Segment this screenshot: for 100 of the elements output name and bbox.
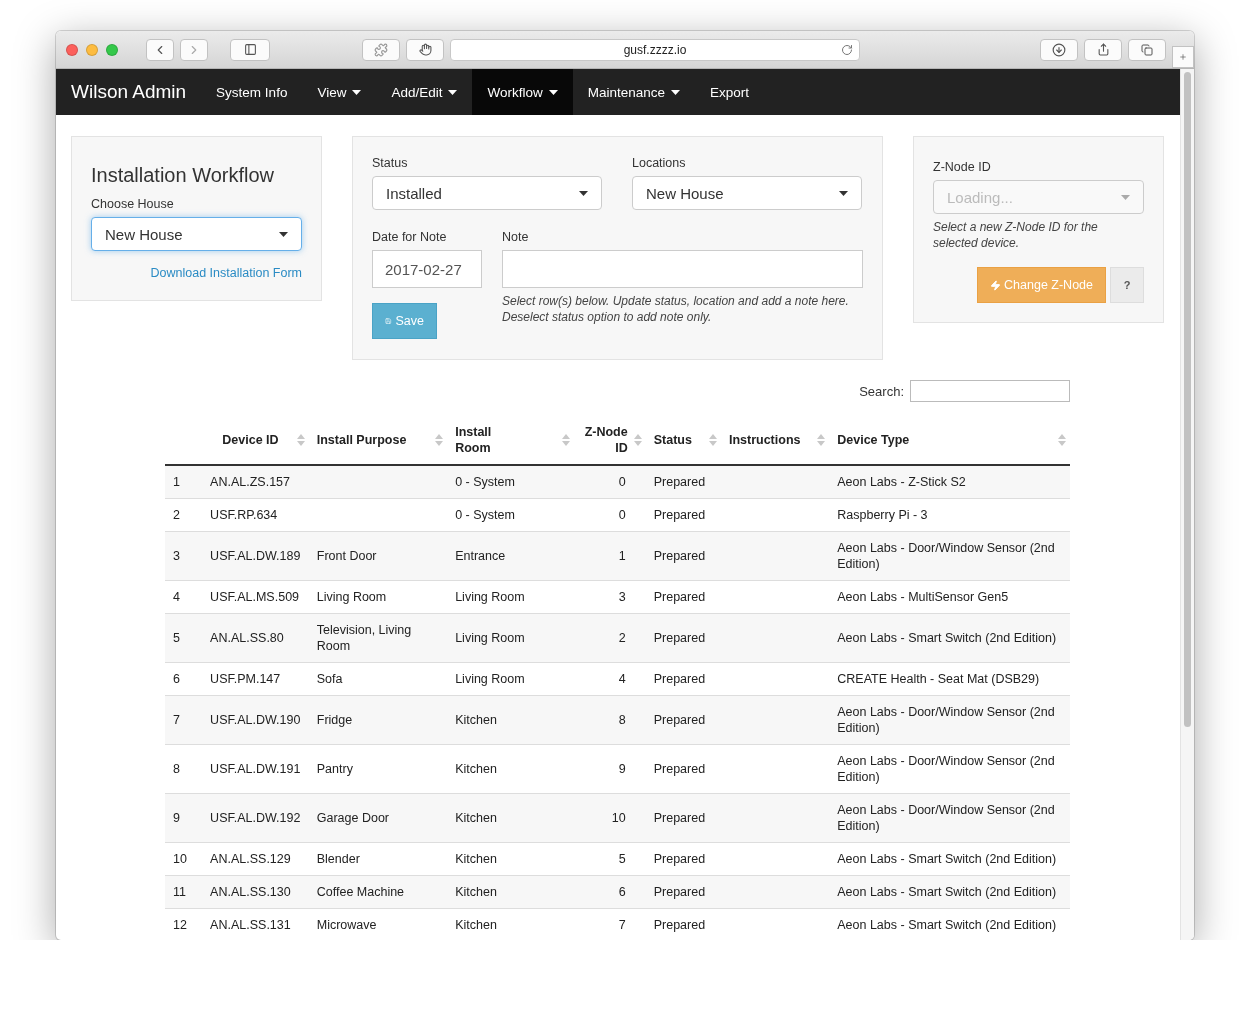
row-number: 2 <box>165 498 203 532</box>
tabs-icon <box>1141 43 1153 56</box>
table-cell: Living Room <box>455 590 525 604</box>
note-field[interactable] <box>502 250 863 288</box>
column-header[interactable]: Install Room <box>455 424 516 456</box>
table-cell: Kitchen <box>455 762 497 776</box>
row-number: 3 <box>165 531 203 581</box>
download-button[interactable] <box>1040 38 1078 61</box>
sort-icon[interactable] <box>296 433 305 447</box>
status-select[interactable]: Installed <box>372 176 602 210</box>
panel-title: Installation Workflow <box>91 164 276 187</box>
table-cell: Prepared <box>653 672 706 686</box>
caret-icon <box>279 231 288 237</box>
column-header[interactable]: Z-Node ID <box>581 424 628 456</box>
nav-item[interactable]: Maintenance <box>572 69 696 115</box>
house-select[interactable]: New House <box>91 217 302 251</box>
row-number: 8 <box>165 744 203 794</box>
zoom-button[interactable] <box>106 43 118 56</box>
download-link[interactable]: Download Installation Form <box>91 266 302 280</box>
table-cell: USF.AL.MS.509 <box>210 590 300 604</box>
column-header[interactable]: Device ID <box>222 432 279 448</box>
table-cell: Front Door <box>316 549 377 563</box>
extension-button[interactable] <box>362 38 400 61</box>
table-cell: Aeon Labs - MultiSensor Gen5 <box>837 590 1009 604</box>
sort-icon[interactable] <box>633 433 642 447</box>
scrollbar-thumb[interactable] <box>1184 72 1191 727</box>
sort-icon[interactable] <box>1058 433 1066 447</box>
sidebar-button[interactable] <box>230 38 270 61</box>
table-cell: Kitchen <box>455 852 497 866</box>
table-cell: Prepared <box>653 852 706 866</box>
column-header[interactable]: Instructions <box>728 432 801 448</box>
sort-icon[interactable] <box>435 433 444 447</box>
nav-item[interactable]: Workflow <box>472 69 573 115</box>
locations-select[interactable]: New House <box>632 176 862 210</box>
table-cell: Aeon Labs - Z-Stick S2 <box>837 475 966 489</box>
table-cell: 6 <box>618 885 626 899</box>
back-button[interactable] <box>146 38 174 61</box>
brand-link[interactable]: Wilson Admin <box>71 69 187 115</box>
table-cell: Prepared <box>653 918 706 932</box>
row-number: 1 <box>165 465 203 499</box>
table-cell: 10 <box>611 811 626 825</box>
nav-item[interactable]: View <box>302 69 377 115</box>
table-cell: Living Room <box>316 590 387 604</box>
help-text: Select a new Z-Node ID for the selected device. <box>933 219 1099 251</box>
table-cell: 0 - System <box>455 475 515 489</box>
share-button[interactable] <box>1084 38 1122 61</box>
table-cell: Aeon Labs - Door/Window Sensor (2nd Edition) <box>837 754 1055 784</box>
table-cell: 7 <box>618 918 626 932</box>
table-cell: Entrance <box>455 549 506 563</box>
search-field[interactable] <box>910 380 1070 402</box>
sort-icon[interactable] <box>708 433 717 447</box>
field-label: Choose House <box>91 197 175 211</box>
table-cell: 4 <box>618 672 626 686</box>
puzzle-icon <box>374 42 388 57</box>
table-cell: USF.AL.DW.190 <box>210 713 301 727</box>
reload-icon[interactable] <box>841 43 853 56</box>
table-cell: Prepared <box>653 713 706 727</box>
search-label: Search: <box>859 383 904 399</box>
sort-icon[interactable] <box>561 433 570 447</box>
tabs-button[interactable] <box>1128 38 1166 61</box>
table-cell: Aeon Labs - Smart Switch (2nd Edition) <box>837 631 1057 645</box>
column-header[interactable]: Install Purpose <box>316 432 407 448</box>
table-cell: 5 <box>618 852 626 866</box>
table-cell: USF.AL.DW.191 <box>210 762 301 776</box>
table-cell: Sofa <box>316 672 343 686</box>
table-cell: AN.AL.SS.80 <box>210 631 284 645</box>
field-label: Date for Note <box>372 230 448 244</box>
table-cell: 1 <box>618 549 626 563</box>
caret-icon <box>1121 194 1130 200</box>
column-header[interactable]: Status <box>653 432 692 448</box>
table-cell: Raspberry Pi - 3 <box>837 508 928 522</box>
table-cell: USF.PM.147 <box>210 672 281 686</box>
extension-button[interactable] <box>406 38 444 61</box>
nav-item[interactable]: Export <box>695 69 765 115</box>
table-cell: Kitchen <box>455 885 497 899</box>
bolt-icon <box>990 279 1002 291</box>
nav-item[interactable]: System Info <box>201 69 303 115</box>
table-cell: Kitchen <box>455 918 497 932</box>
table-cell: Fridge <box>316 713 353 727</box>
table-cell: AN.AL.SS.131 <box>210 918 291 932</box>
date-field[interactable]: 2017-02-27 <box>372 250 482 288</box>
table-cell: Microwave <box>316 918 377 932</box>
row-number: 4 <box>165 580 203 614</box>
table-cell: Prepared <box>653 631 706 645</box>
new-tab-button[interactable] <box>1172 45 1194 68</box>
field-label: Locations <box>632 156 687 170</box>
address-bar[interactable]: gusf.zzzz.io <box>450 38 860 61</box>
field-label: Status <box>372 156 409 170</box>
forward-button[interactable] <box>180 38 208 61</box>
close-button[interactable] <box>66 43 78 56</box>
column-header[interactable]: Device Type <box>837 432 910 448</box>
table-cell: Living Room <box>455 631 525 645</box>
share-icon <box>1096 43 1110 56</box>
table-cell: Kitchen <box>455 713 497 727</box>
table-cell: Aeon Labs - Smart Switch (2nd Edition) <box>837 885 1057 899</box>
table-cell: Pantry <box>316 762 353 776</box>
nav-item[interactable]: Add/Edit <box>376 69 473 115</box>
minimize-button[interactable] <box>86 43 98 56</box>
sort-icon[interactable] <box>817 433 826 447</box>
table-cell: Aeon Labs - Door/Window Sensor (2nd Edition) <box>837 803 1055 833</box>
